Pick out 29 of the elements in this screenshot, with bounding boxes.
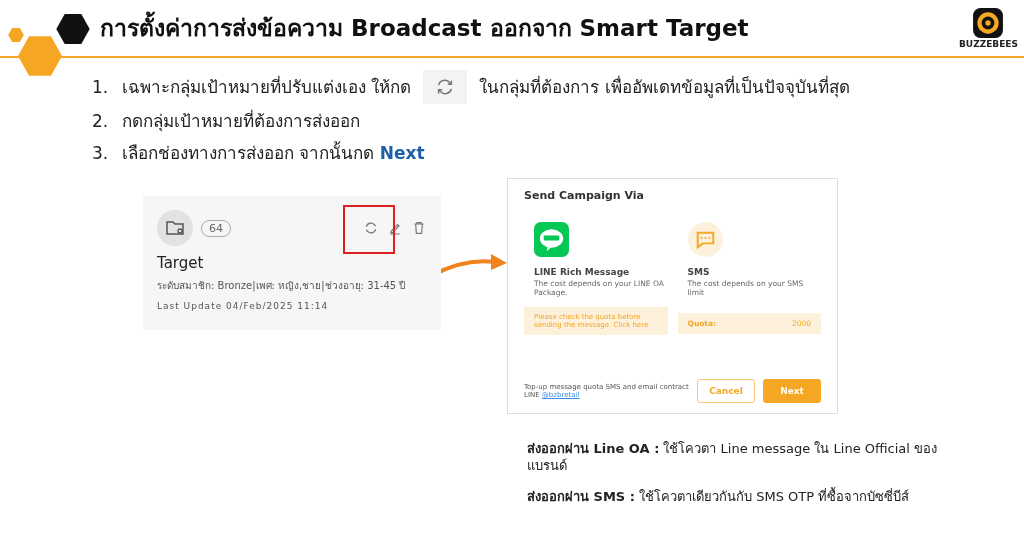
cancel-button[interactable]: Cancel: [697, 379, 755, 403]
step-text: เลือกช่องทางการส่งออก จากนั้นกด Next: [122, 140, 425, 165]
refresh-icon: [423, 70, 468, 104]
slide-title: การตั้งค่าการส่งข้อความ Broadcast ออกจาก Smart Target: [100, 10, 959, 46]
folder-user-icon: [157, 210, 193, 246]
last-update-time: 04/Feb/2025 11:14: [226, 301, 329, 311]
target-details: ระดับสมาชิก: Bronze|เพศ: หญิง,ชาย|ช่วงอายุ: 31-45 ปี: [157, 279, 407, 293]
step-number: 3.: [92, 142, 110, 165]
last-update-label: Last Update: [157, 301, 223, 311]
message-icon[interactable]: [687, 222, 723, 257]
hexagon-icon: [56, 14, 90, 44]
option-title: LINE Rich Message: [534, 267, 631, 277]
step-number: 1.: [92, 76, 110, 99]
step-text: ในกลุ่มที่ต้องการ เพื่ออัพเดทข้อมูลที่เป็นปัจจุบันที่สุด: [479, 74, 850, 100]
refresh-icon[interactable]: [363, 220, 379, 236]
target-name: Target: [157, 254, 205, 272]
option-title: SMS: [687, 267, 711, 277]
chat-bubble-icon[interactable]: [534, 222, 569, 257]
step-text: กดกลุ่มเป้าหมายที่ต้องการส่งออก: [122, 108, 360, 134]
note-text: ส่งออกผ่าน Line OA : ใช้โควตา Line message ใน Line Official ของแบรนด์: [527, 440, 939, 474]
step-text: เฉพาะกลุ่มเป้าหมายที่ปรับแต่งเอง ให้กด: [122, 74, 412, 100]
dialog-title: Send Campaign Via: [524, 189, 645, 202]
next-button[interactable]: Next: [763, 379, 821, 403]
logo-icon: [972, 7, 1005, 39]
trash-icon[interactable]: [411, 220, 427, 236]
note-text: ส่งออกผ่าน SMS : ใช้โควตาเดียวกันกับ SMS OTP ที่ซื้อจากบัซซี่บีส์: [527, 488, 911, 505]
target-card[interactable]: 64 Target ระดับสมาชิก: Bronze|เพศ: หญิง,ชาย|ช่วงอายุ: 31-45 ปี Last Update 04/Feb/2025 11:14: [143, 196, 441, 330]
logo-text: BUZZEBEES: [959, 39, 1018, 49]
step-number: 2.: [92, 110, 110, 133]
